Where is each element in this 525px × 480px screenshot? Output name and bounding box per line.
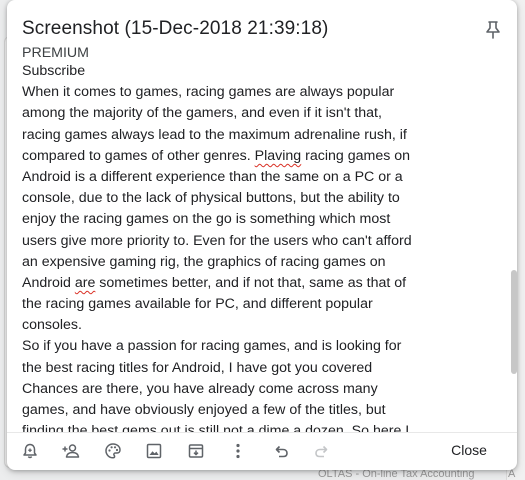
note-toolbar: Close [7,436,517,466]
note-line: among the majority of the gamers, and ev… [22,105,382,122]
misspelled-word[interactable]: Plaving [255,148,302,164]
image-icon[interactable] [142,439,166,463]
note-line: console, due to the lack of physical but… [22,190,400,207]
note-line: the best racing titles for Android, I ha… [22,359,373,376]
note-line: an expensive gaming rig, the graphics of… [22,253,386,270]
note-line: games, and have obviously enjoyed a few … [22,402,386,418]
note-line: Chances are there, you have already come… [22,380,378,397]
collaborator-icon[interactable] [59,439,83,463]
note-text: compared to games of other genres. [22,147,255,164]
palette-icon[interactable] [101,439,125,463]
note-line: racing games always lead to the maximum … [22,126,407,143]
undo-icon[interactable] [269,439,293,463]
close-button[interactable]: Close [439,438,499,462]
note-text: Android [22,274,75,291]
note-line: PREMIUM [22,46,89,60]
note-line: Android is a different experience than t… [22,168,403,185]
note-line: consoles. [22,317,82,334]
note-dialog: Screenshot (15-Dec-2018 21:39:18) PREMIU… [7,0,517,470]
pin-icon[interactable] [484,20,502,40]
note-line: Android are sometimes better, and if not… [22,273,502,294]
note-line: compared to games of other genres. Plavi… [22,146,502,167]
note-line: the racing games available for PC, and d… [22,296,373,313]
more-icon[interactable] [226,439,250,463]
note-line: So if you have a passion for racing game… [22,338,402,355]
note-title[interactable]: Screenshot (15-Dec-2018 21:39:18) [22,18,328,40]
note-line: enjoy the racing games on the go is some… [22,211,391,228]
redo-icon[interactable] [310,439,334,463]
note-body[interactable]: PREMIUM Subscribe When it comes to games… [22,46,502,432]
note-line: finding the best gems out is still not a… [22,423,410,432]
archive-icon[interactable] [184,439,208,463]
reminder-icon[interactable] [18,439,42,463]
note-line: Subscribe [22,63,86,79]
note-text: sometimes better, and if not that, same … [95,274,407,291]
note-text: racing games on [301,147,411,164]
note-line: When it comes to games, racing games are… [22,84,395,101]
toolbar-divider [7,432,517,433]
note-line: users give more priority to. Even for th… [22,232,412,249]
misspelled-word[interactable]: are [75,275,96,291]
scrollbar-thumb[interactable] [511,270,517,374]
